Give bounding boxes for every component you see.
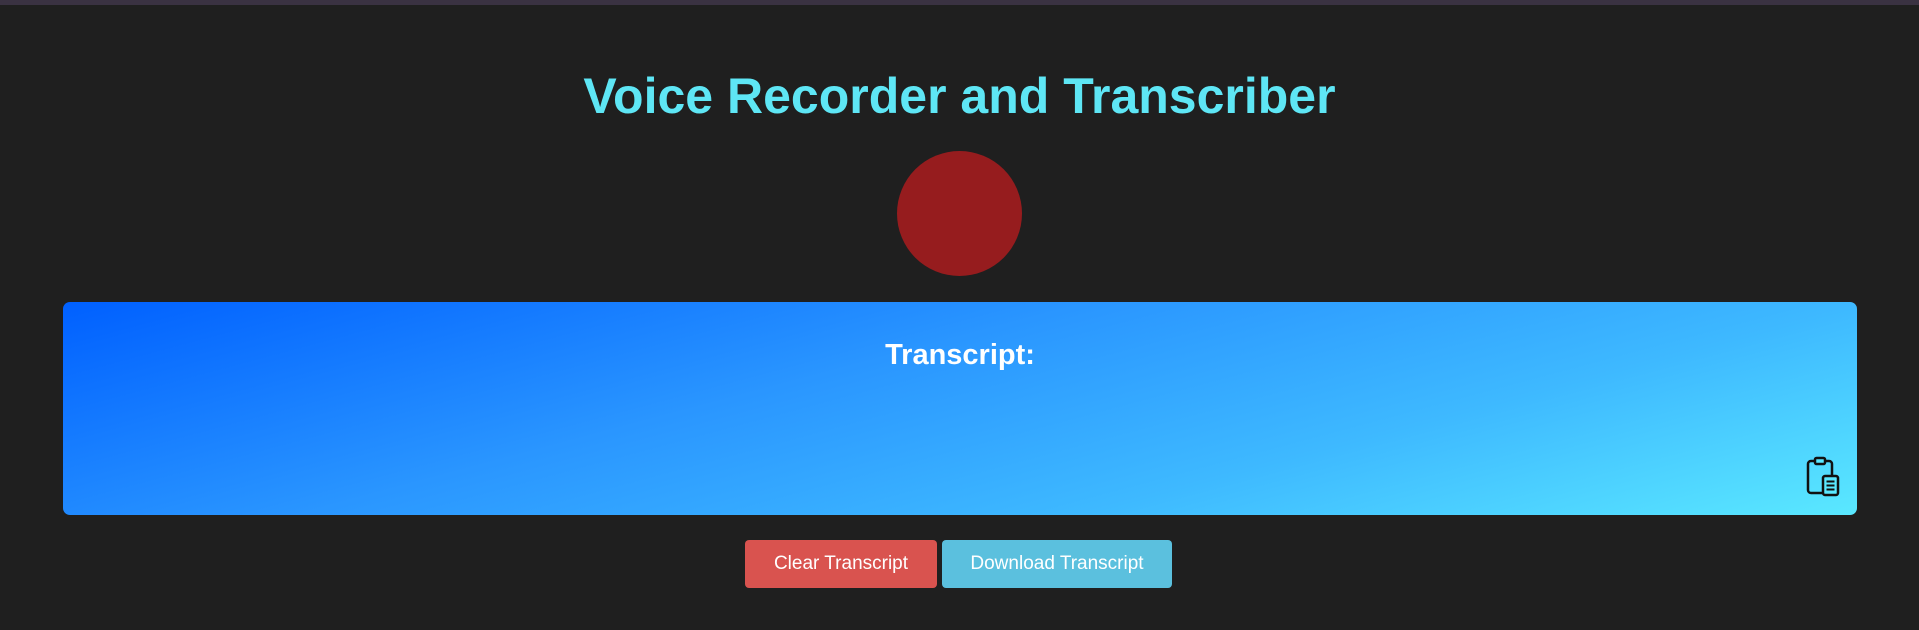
top-border (0, 0, 1919, 5)
download-transcript-button[interactable]: Download Transcript (942, 540, 1172, 588)
transcript-panel: Transcript: (63, 302, 1857, 515)
page-title: Voice Recorder and Transcriber (583, 68, 1336, 124)
copy-transcript-button[interactable] (1804, 456, 1844, 498)
record-button[interactable] (897, 151, 1022, 276)
clipboard-icon (1806, 456, 1840, 497)
transcript-text (103, 388, 1783, 488)
transcript-heading: Transcript: (885, 339, 1035, 371)
clear-transcript-button[interactable]: Clear Transcript (745, 540, 937, 588)
